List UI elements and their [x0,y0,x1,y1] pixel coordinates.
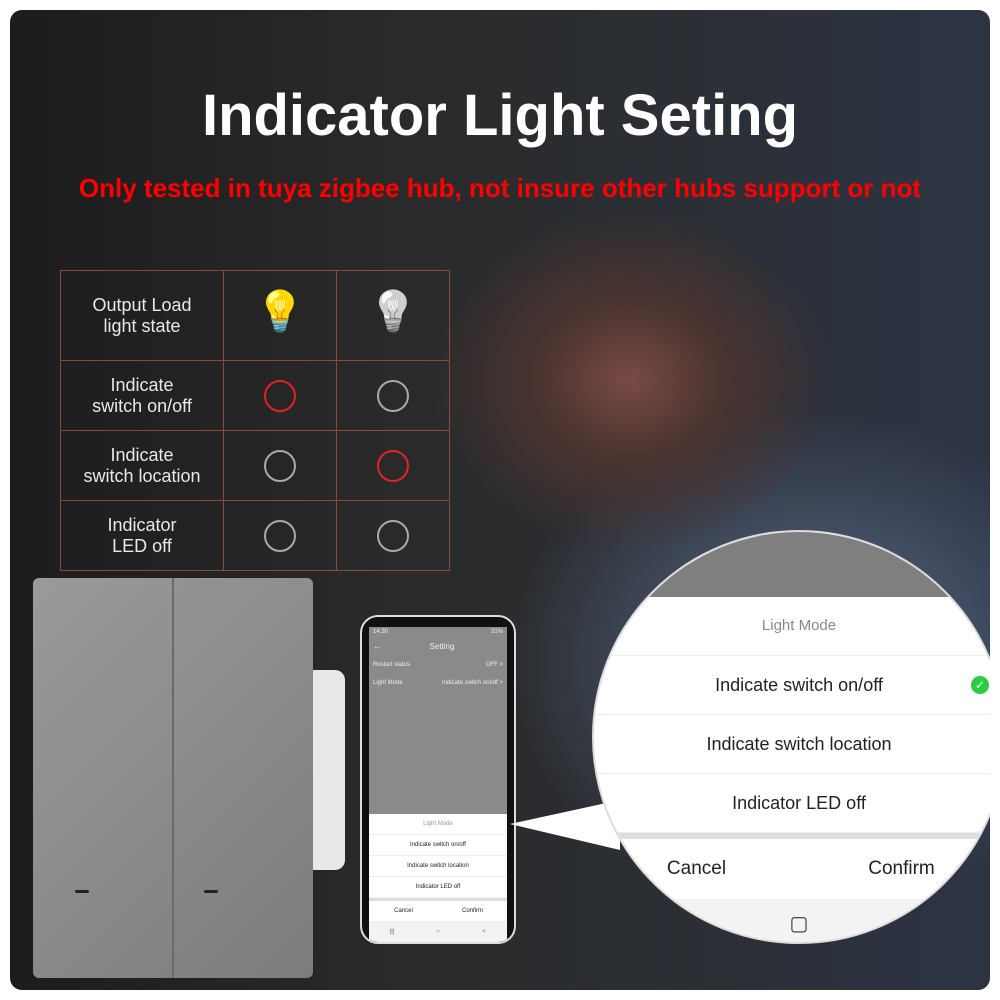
cancel-button[interactable]: Cancel [594,839,799,899]
home-icon[interactable]: ▢ [594,899,990,942]
ring-on-icon [377,449,409,482]
light-mode-sheet: Light Mode Indicate switch on/off Indica… [369,814,507,942]
header-line: light state [103,315,181,336]
magnifier-callout: Light Mode Indicate switch on/off ✓ Indic… [592,530,990,944]
back-icon[interactable]: ← [373,642,381,651]
led-indicator [75,890,89,893]
option[interactable]: Indicate switch location [369,856,507,877]
bulb-off-cell: 💡 [336,270,450,361]
page-title: Indicator Light Seting [201,83,799,148]
confirm-button[interactable]: Confirm [438,901,507,921]
home-icon[interactable]: ○ [415,922,461,942]
status-time: 14:30 [373,629,389,635]
row-label: Indicate switch location [60,430,224,501]
wall-switch [15,570,345,985]
confirm-button[interactable]: Confirm [799,839,990,899]
setting-row[interactable]: Light Mode Indicate switch on/off > [369,674,507,692]
recents-icon[interactable]: ||| [369,922,415,942]
check-icon: ✓ [971,676,989,694]
option[interactable]: Indicator LED off [594,774,990,833]
status-battery: 31% [490,629,503,635]
back-nav-icon[interactable]: < [461,922,507,942]
ring-icon [264,449,296,482]
bulb-off-icon: 💡 [368,289,418,334]
option[interactable]: Indicate switch location [594,715,990,774]
indicator-table: Output Load light state 💡 💡 Indicate switc… [60,270,450,571]
product-image: Indicator Light Seting Only tested in tu… [10,10,990,990]
phone: 14:30 31% ← Setting Restart status OFF > Li… [360,615,516,944]
screen-title: Setting [429,642,455,651]
cancel-button[interactable]: Cancel [369,901,438,921]
setting-row[interactable]: Restart status OFF > [369,656,507,674]
subtitle: Only tested in tuya zigbee hub, not insu… [78,173,922,203]
ring-icon [377,519,409,552]
bulb-on-cell: 💡 [223,270,337,361]
option[interactable]: Indicate switch on/off [369,835,507,856]
option-selected[interactable]: Indicate switch on/off ✓ [594,656,990,715]
row-label: Indicate switch on/off [60,360,224,431]
switch-gang-left [33,578,174,978]
ring-icon [264,519,296,552]
ring-on-icon [264,379,296,412]
option[interactable]: Indicator LED off [369,877,507,898]
sheet-title: Light Mode [594,597,990,656]
header-line: Output Load [92,294,192,315]
header-cell: Output Load light state [60,270,224,361]
led-indicator [204,890,218,893]
bulb-on-icon: 💡 [255,289,305,334]
sheet-title: Light Mode [369,814,507,835]
switch-gang-right [174,578,313,978]
row-label: Indicator LED off [60,500,224,571]
ring-icon [377,379,409,412]
